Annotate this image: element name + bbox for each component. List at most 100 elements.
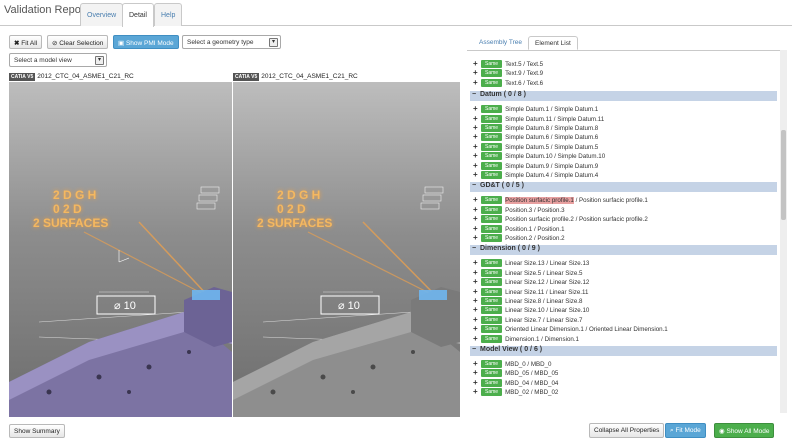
expand-icon[interactable]: +	[473, 388, 480, 396]
list-item[interactable]: + Same Position.2 / Position.2	[473, 234, 565, 243]
catia-badge: CATIA V5	[233, 73, 260, 81]
expand-icon[interactable]: +	[473, 360, 480, 368]
list-item[interactable]: + Same Linear Size.13 / Linear Size.13	[473, 259, 589, 268]
expand-icon[interactable]: +	[473, 259, 480, 267]
item-label: MBD_02 / MBD_02	[505, 389, 559, 397]
collapse-all-properties-button[interactable]: Collapse All Properties	[589, 423, 665, 438]
right-dimension-annotation[interactable]: ⌀ 10	[338, 299, 360, 312]
list-item[interactable]: + Same Position surfacic profile.2 / Posit…	[473, 215, 648, 224]
group-header[interactable]: − GD&T ( 0 / 5 )	[470, 182, 777, 193]
list-item[interactable]: + Same Simple Datum.4 / Simple Datum.4	[473, 171, 598, 180]
right-fcf-annotation[interactable]: 2 D G H 0 2 D 2 SURFACES	[257, 188, 332, 230]
expand-icon[interactable]: +	[473, 278, 480, 286]
expand-icon[interactable]: +	[473, 297, 480, 305]
left-3d-viewport[interactable]: 2 D G H 0 2 D 2 SURFACES ⌀ 10	[9, 82, 232, 417]
tab-element-list[interactable]: Element List	[528, 36, 578, 50]
list-item[interactable]: + Same Linear Size.11 / Linear Size.11	[473, 287, 588, 297]
expand-icon[interactable]: +	[473, 315, 480, 324]
status-badge: Same	[481, 114, 503, 123]
tab-detail[interactable]: Detail	[122, 3, 154, 27]
list-item[interactable]: + Same Simple Datum.5 / Simple Datum.5	[473, 142, 598, 152]
geometry-type-select[interactable]: Select a geometry type ▾	[182, 35, 281, 49]
collapse-icon[interactable]: −	[472, 91, 480, 98]
item-label: Linear Size.7 / Linear Size.7	[505, 316, 583, 324]
tab-help[interactable]: Help	[154, 3, 183, 26]
expand-icon[interactable]: +	[473, 369, 480, 377]
list-item[interactable]: + Same Simple Datum.9 / Simple Datum.9	[473, 161, 599, 171]
expand-icon[interactable]: +	[473, 378, 480, 387]
expand-icon[interactable]: +	[473, 78, 480, 87]
list-item[interactable]: + Same Text.5 / Text.5	[473, 60, 543, 69]
expand-icon[interactable]: +	[473, 196, 480, 204]
expand-icon[interactable]: +	[473, 161, 480, 170]
catia-badge: CATIA V5	[9, 73, 36, 81]
item-label: Text.6 / Text.6	[505, 79, 544, 87]
fit-mode-button[interactable]: ⌕ Fit Mode	[665, 423, 706, 438]
list-item[interactable]: + Same Position.1 / Position.1	[473, 224, 565, 234]
list-item[interactable]: + Same MBD_04 / MBD_04	[473, 378, 558, 388]
show-summary-button[interactable]: Show Summary	[9, 424, 65, 438]
group-header[interactable]: − Model View ( 0 / 6 )	[470, 346, 777, 356]
item-label: Simple Datum.9 / Simple Datum.9	[505, 162, 599, 170]
left-fcf-annotation[interactable]: 2 D G H 0 2 D 2 SURFACES	[33, 188, 108, 230]
expand-icon[interactable]: +	[473, 105, 480, 113]
expand-icon[interactable]: +	[473, 325, 480, 333]
expand-icon[interactable]: +	[473, 114, 480, 123]
expand-icon[interactable]: +	[473, 60, 480, 68]
list-item[interactable]: + Same Linear Size.8 / Linear Size.8	[473, 297, 582, 306]
eye-icon: ◉	[719, 428, 725, 435]
expand-icon[interactable]: +	[473, 287, 480, 296]
list-item[interactable]: + Same Simple Datum.1 / Simple Datum.1	[473, 105, 598, 114]
scrollbar-thumb[interactable]	[781, 130, 786, 220]
expand-icon[interactable]: +	[473, 152, 480, 160]
list-item[interactable]: + Same Linear Size.7 / Linear Size.7	[473, 315, 583, 325]
list-item[interactable]: + Same Linear Size.5 / Linear Size.5	[473, 268, 583, 278]
list-item[interactable]: + Same MBD_0 / MBD_0	[473, 360, 551, 369]
list-item[interactable]: + Same Dimension.1 / Dimension.1	[473, 334, 579, 344]
group-header[interactable]: − Dimension ( 0 / 9 )	[470, 245, 777, 256]
list-item[interactable]: + Same Position.3 / Position.3	[473, 205, 565, 215]
list-item[interactable]: + Same Simple Datum.8 / Simple Datum.8	[473, 124, 598, 133]
expand-icon[interactable]: +	[473, 133, 480, 141]
list-item[interactable]: + Same Linear Size.12 / Linear Size.12	[473, 278, 589, 287]
expand-icon[interactable]: +	[473, 268, 480, 277]
clear-selection-button[interactable]: ⊘ Clear Selection	[47, 35, 109, 49]
list-item[interactable]: + Same Text.9 / Text.9	[473, 69, 543, 78]
expand-icon[interactable]: +	[473, 124, 480, 132]
show-all-mode-button[interactable]: ◉ Show All Mode	[714, 423, 775, 438]
list-item[interactable]: + Same Oriented Linear Dimension.1 / Orien…	[473, 325, 668, 334]
list-item[interactable]: + Same Simple Datum.10 / Simple Datum.10	[473, 152, 605, 161]
collapse-icon[interactable]: −	[472, 245, 480, 252]
model-view-select[interactable]: Select a model view ▾	[9, 53, 107, 67]
expand-icon[interactable]: +	[473, 69, 480, 77]
expand-icon[interactable]: +	[473, 142, 480, 151]
expand-icon[interactable]: +	[473, 205, 480, 214]
show-pmi-mode-button[interactable]: ▣ Show PMI Mode	[113, 35, 179, 49]
left-dimension-annotation[interactable]: ⌀ 10	[114, 299, 136, 312]
expand-icon[interactable]: +	[473, 334, 480, 343]
expand-icon[interactable]: +	[473, 234, 480, 242]
list-item[interactable]: + Same MBD_02 / MBD_02	[473, 388, 558, 397]
expand-icon[interactable]: +	[473, 224, 480, 233]
list-item[interactable]: + Same Position surfacic profile.1 / Posit…	[473, 196, 648, 205]
group-header[interactable]: − Datum ( 0 / 8 )	[470, 91, 777, 102]
expand-icon[interactable]: +	[473, 171, 480, 179]
tab-assembly-tree[interactable]: Assembly Tree	[473, 36, 528, 50]
tab-overview[interactable]: Overview	[80, 3, 124, 26]
item-label: Simple Datum.10 / Simple Datum.10	[505, 153, 606, 161]
status-badge: Same	[481, 334, 503, 343]
expand-icon[interactable]: +	[473, 306, 480, 314]
list-item[interactable]: + Same Linear Size.10 / Linear Size.10	[473, 306, 589, 315]
right-3d-viewport[interactable]: 2 D G H 0 2 D 2 SURFACES ⌀ 10	[233, 82, 460, 417]
collapse-icon[interactable]: −	[472, 182, 480, 189]
list-item[interactable]: + Same MBD_05 / MBD_05	[473, 369, 558, 378]
element-list-scrollbar[interactable]	[780, 50, 787, 413]
expand-icon[interactable]: +	[473, 215, 480, 223]
list-item[interactable]: + Same Text.6 / Text.6	[473, 78, 544, 88]
fit-all-button[interactable]: ✖ Fit All	[9, 35, 43, 49]
item-label: Linear Size.5 / Linear Size.5	[505, 269, 583, 277]
list-item[interactable]: + Same Simple Datum.11 / Simple Datum.11	[473, 114, 604, 124]
list-item[interactable]: + Same Simple Datum.6 / Simple Datum.6	[473, 133, 598, 142]
collapse-icon[interactable]: −	[472, 346, 480, 353]
status-badge: Same	[481, 369, 503, 378]
